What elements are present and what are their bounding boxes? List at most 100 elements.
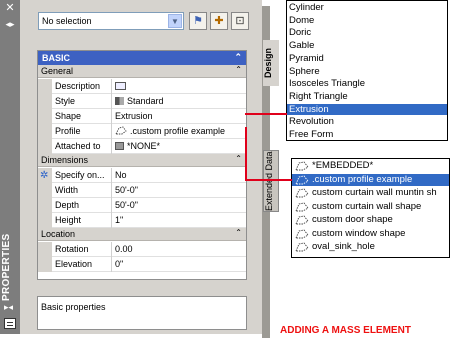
shape-option[interactable]: Extrusion [287, 103, 447, 115]
toggle-pickadd-icon[interactable]: ✚ [210, 12, 228, 30]
auto-hide-icon[interactable]: ◂▸ [3, 18, 17, 30]
selection-dropdown[interactable]: No selection ▼ [38, 12, 184, 30]
property-value[interactable]: *NONE* [127, 141, 160, 151]
profile-shape-icon [295, 188, 309, 198]
property-value[interactable]: 1" [115, 215, 123, 225]
category-location[interactable]: Location ⌃ [38, 228, 246, 241]
basic-section-header[interactable]: BASIC ⌃ [38, 51, 246, 65]
property-row-height[interactable]: Height 1" [38, 213, 246, 228]
tab-design[interactable]: Design [263, 40, 279, 86]
palette-menu-icon[interactable] [4, 318, 16, 329]
property-label: Style [55, 96, 76, 106]
profile-shape-icon [295, 215, 309, 225]
property-row-width[interactable]: Width 50'-0" [38, 183, 246, 198]
shape-option[interactable]: Doric [287, 27, 447, 38]
selection-value: No selection [42, 16, 92, 26]
description-icon[interactable] [115, 82, 126, 90]
collapse-icon[interactable]: ⌃ [235, 228, 242, 237]
property-label: Depth [55, 200, 80, 210]
property-description-box: Basic properties [37, 296, 247, 330]
property-row-attached[interactable]: Attached to *NONE* [38, 139, 246, 154]
close-icon[interactable]: ✕ [3, 2, 17, 14]
shape-option[interactable]: Dome [287, 15, 447, 26]
profile-option[interactable]: custom curtain wall muntin sh [292, 187, 449, 199]
property-label: Width [55, 185, 79, 195]
property-value[interactable]: 50'-0" [115, 185, 138, 195]
property-value[interactable]: Extrusion [115, 111, 153, 121]
profile-option-label: *EMBEDDED* [312, 160, 374, 171]
shape-option[interactable]: Free Form [287, 129, 447, 140]
profile-dropdown-list: *EMBEDDED* .custom profile example custom … [291, 158, 450, 258]
profile-shape-icon [295, 202, 309, 211]
profile-option-label: oval_sink_hole [312, 241, 375, 252]
property-label: Height [55, 215, 82, 225]
property-row-shape[interactable]: Shape Extrusion [38, 109, 246, 124]
category-general[interactable]: General ⌃ [38, 65, 246, 78]
property-label: Elevation [55, 259, 93, 269]
property-value[interactable]: 0.00 [115, 244, 133, 254]
property-label: Shape [55, 111, 82, 121]
profile-option-label: .custom profile example [312, 173, 413, 185]
shape-option[interactable]: Revolution [287, 116, 447, 127]
shape-option[interactable]: Cylinder [287, 2, 447, 13]
basic-section-label: BASIC [42, 53, 71, 63]
callout-line-profile [245, 127, 247, 181]
palette-title: PROPERTIES [1, 233, 12, 301]
property-row-description[interactable]: Description [38, 79, 246, 94]
property-label: Profile [55, 126, 81, 136]
profile-shape-icon [295, 161, 309, 171]
category-dimensions[interactable]: Dimensions ⌃ [38, 154, 246, 167]
shape-option[interactable]: Right Triangle [287, 91, 447, 102]
category-label: Dimensions [41, 155, 89, 165]
property-row-profile[interactable]: Profile .custom profile example [38, 124, 246, 139]
select-objects-icon[interactable]: ⊡ [231, 12, 249, 30]
category-label: Location [41, 229, 76, 239]
property-label: Attached to [55, 141, 101, 151]
palette-arrows-icon[interactable]: ▸◂ [4, 302, 13, 313]
property-row-elevation[interactable]: Elevation 0" [38, 257, 246, 272]
shape-option[interactable]: Isosceles Triangle [287, 78, 447, 89]
property-value[interactable]: 0" [115, 259, 123, 269]
shape-option[interactable]: Pyramid [287, 53, 447, 64]
caption: ADDING A MASS ELEMENT [280, 325, 411, 336]
tab-extended-data[interactable]: Extended Data [263, 150, 279, 212]
properties-grid: BASIC ⌃ General ⌃ Description Style Stan… [37, 50, 247, 280]
palette-titlebar[interactable]: ✕ ◂▸ PROPERTIES ▸◂ [0, 0, 20, 334]
property-row-depth[interactable]: Depth 50'-0" [38, 198, 246, 213]
property-row-style[interactable]: Style Standard [38, 94, 246, 109]
shape-option[interactable]: Sphere [287, 66, 447, 77]
category-label: General [41, 66, 74, 76]
profile-option[interactable]: oval_sink_hole [292, 241, 449, 253]
shape-dropdown-list: Cylinder Dome Doric Gable Pyramid Sphere Isosc… [286, 0, 448, 141]
profile-option[interactable]: .custom profile example [292, 173, 449, 186]
properties-palette: ✕ ◂▸ PROPERTIES ▸◂ No selection ▼ ⚑ ✚ ⊡ … [0, 0, 262, 334]
property-value[interactable]: No [115, 170, 127, 180]
property-description-text: Basic properties [41, 302, 106, 312]
profile-option[interactable]: custom door shape [292, 214, 449, 226]
profile-shape-icon [295, 229, 309, 238]
property-value[interactable]: 50'-0" [115, 200, 138, 210]
profile-option[interactable]: *EMBEDDED* [292, 160, 449, 172]
profile-option-label: custom curtain wall muntin sh [312, 187, 437, 198]
profile-option[interactable]: custom curtain wall shape [292, 201, 449, 213]
property-row-specify[interactable]: ✲ Specify on... No [38, 168, 246, 183]
collapse-icon[interactable]: ⌃ [235, 65, 242, 74]
shape-option[interactable]: Gable [287, 40, 447, 51]
callout-line-shape [245, 113, 287, 115]
style-icon [115, 97, 124, 105]
profile-option[interactable]: custom window shape [292, 227, 449, 240]
property-value[interactable]: Standard [127, 96, 164, 106]
profile-option-label: custom door shape [312, 214, 393, 225]
profile-option-label: custom window shape [312, 227, 406, 239]
property-label: Description [55, 81, 101, 91]
specify-on-screen-icon: ✲ [40, 170, 49, 181]
collapse-icon[interactable]: ⌃ [235, 154, 242, 163]
profile-shape-icon [295, 242, 309, 252]
attached-icon [115, 142, 124, 150]
chevron-down-icon[interactable]: ▼ [168, 14, 182, 28]
quick-select-icon[interactable]: ⚑ [189, 12, 207, 30]
collapse-icon[interactable]: ⌃ [234, 52, 242, 63]
property-label: Rotation [55, 244, 89, 254]
property-row-rotation[interactable]: Rotation 0.00 [38, 242, 246, 257]
property-value[interactable]: .custom profile example [130, 126, 225, 136]
